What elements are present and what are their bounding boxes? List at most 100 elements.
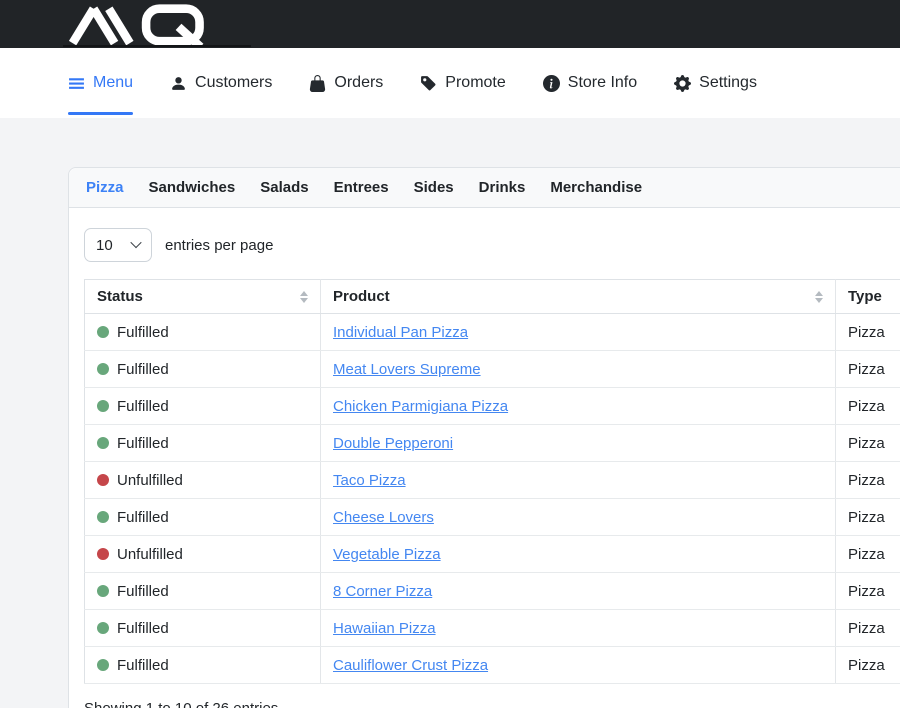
bag-icon bbox=[309, 75, 326, 92]
nav-label: Settings bbox=[699, 74, 757, 92]
type-cell: Pizza bbox=[836, 425, 900, 462]
type-cell: Pizza bbox=[836, 388, 900, 425]
table-row: Fulfilled Meat Lovers Supreme Pizza bbox=[85, 351, 900, 388]
tab-sides[interactable]: Sides bbox=[414, 179, 454, 196]
table-row: Fulfilled Chicken Parmigiana Pizza Pizza bbox=[85, 388, 900, 425]
table-row: Fulfilled Individual Pan Pizza Pizza bbox=[85, 314, 900, 351]
per-page-value: 10 bbox=[96, 237, 113, 254]
type-cell: Pizza bbox=[836, 499, 900, 536]
tab-entrees[interactable]: Entrees bbox=[334, 179, 389, 196]
category-tabs: Pizza Sandwiches Salads Entrees Sides Dr… bbox=[69, 168, 900, 208]
product-link[interactable]: Cauliflower Crust Pizza bbox=[333, 657, 488, 674]
tab-drinks[interactable]: Drinks bbox=[479, 179, 526, 196]
product-link[interactable]: 8 Corner Pizza bbox=[333, 583, 432, 600]
nav-label: Orders bbox=[334, 74, 383, 92]
product-link[interactable]: Hawaiian Pizza bbox=[333, 620, 436, 637]
product-link[interactable]: Vegetable Pizza bbox=[333, 546, 441, 563]
nav-label: Menu bbox=[93, 74, 133, 92]
status-dot bbox=[97, 585, 109, 597]
brand-logo[interactable] bbox=[62, 3, 234, 50]
product-link[interactable]: Double Pepperoni bbox=[333, 435, 453, 452]
person-icon bbox=[170, 75, 187, 92]
products-table: Status Product Type Fulfilled Individual… bbox=[84, 279, 900, 684]
product-link[interactable]: Chicken Parmigiana Pizza bbox=[333, 398, 508, 415]
table-row: Fulfilled 8 Corner Pizza Pizza bbox=[85, 573, 900, 610]
table-row: Unfulfilled Vegetable Pizza Pizza bbox=[85, 536, 900, 573]
table-row: Fulfilled Cauliflower Crust Pizza Pizza bbox=[85, 647, 900, 684]
product-link[interactable]: Taco Pizza bbox=[333, 472, 406, 489]
per-page-control: 10 entries per page bbox=[84, 228, 900, 262]
type-cell: Pizza bbox=[836, 610, 900, 647]
sort-icon[interactable] bbox=[815, 291, 823, 303]
info-icon bbox=[543, 75, 560, 92]
table-header-row: Status Product Type bbox=[85, 280, 900, 314]
chevron-down-icon bbox=[130, 236, 141, 247]
table-row: Fulfilled Cheese Lovers Pizza bbox=[85, 499, 900, 536]
column-header-type[interactable]: Type bbox=[836, 280, 900, 314]
gear-icon bbox=[674, 75, 691, 92]
column-label: Product bbox=[333, 288, 390, 305]
nav-label: Store Info bbox=[568, 74, 637, 92]
per-page-select[interactable]: 10 bbox=[84, 228, 152, 262]
status-text: Fulfilled bbox=[117, 583, 169, 600]
tab-pizza[interactable]: Pizza bbox=[86, 179, 124, 196]
type-cell: Pizza bbox=[836, 351, 900, 388]
nav-label: Promote bbox=[445, 74, 505, 92]
hamburger-icon bbox=[68, 75, 85, 92]
status-dot bbox=[97, 400, 109, 412]
status-text: Fulfilled bbox=[117, 657, 169, 674]
product-link[interactable]: Meat Lovers Supreme bbox=[333, 361, 481, 378]
status-text: Fulfilled bbox=[117, 620, 169, 637]
card-body: 10 entries per page Status Product bbox=[69, 208, 900, 708]
status-text: Fulfilled bbox=[117, 509, 169, 526]
main-nav: Menu Customers Orders Promote Store Info… bbox=[0, 48, 900, 118]
sort-icon[interactable] bbox=[300, 291, 308, 303]
nav-item-settings[interactable]: Settings bbox=[674, 48, 757, 118]
product-link[interactable]: Individual Pan Pizza bbox=[333, 324, 468, 341]
nav-item-store-info[interactable]: Store Info bbox=[543, 48, 637, 118]
type-cell: Pizza bbox=[836, 573, 900, 610]
table-row: Fulfilled Double Pepperoni Pizza bbox=[85, 425, 900, 462]
tab-salads[interactable]: Salads bbox=[260, 179, 308, 196]
active-nav-underline bbox=[68, 112, 133, 115]
per-page-label: entries per page bbox=[165, 237, 273, 254]
entries-summary: Showing 1 to 10 of 26 entries bbox=[84, 700, 900, 708]
nav-label: Customers bbox=[195, 74, 272, 92]
type-cell: Pizza bbox=[836, 536, 900, 573]
status-dot bbox=[97, 326, 109, 338]
column-label: Status bbox=[97, 288, 143, 305]
status-text: Fulfilled bbox=[117, 435, 169, 452]
status-dot bbox=[97, 437, 109, 449]
status-dot bbox=[97, 363, 109, 375]
type-cell: Pizza bbox=[836, 647, 900, 684]
nav-item-menu[interactable]: Menu bbox=[68, 48, 133, 118]
column-label: Type bbox=[848, 288, 882, 305]
status-text: Fulfilled bbox=[117, 361, 169, 378]
status-text: Unfulfilled bbox=[117, 472, 183, 489]
tab-merchandise[interactable]: Merchandise bbox=[550, 179, 642, 196]
nav-item-orders[interactable]: Orders bbox=[309, 48, 383, 118]
status-dot bbox=[97, 548, 109, 560]
type-cell: Pizza bbox=[836, 462, 900, 499]
aiq-logo-icon bbox=[62, 3, 234, 45]
column-header-status[interactable]: Status bbox=[85, 280, 321, 314]
tag-icon bbox=[420, 75, 437, 92]
tab-sandwiches[interactable]: Sandwiches bbox=[149, 179, 236, 196]
topbar bbox=[0, 0, 900, 48]
column-header-product[interactable]: Product bbox=[321, 280, 836, 314]
status-text: Fulfilled bbox=[117, 324, 169, 341]
logo-underline bbox=[63, 45, 251, 47]
status-dot bbox=[97, 474, 109, 486]
status-text: Unfulfilled bbox=[117, 546, 183, 563]
status-dot bbox=[97, 659, 109, 671]
nav-item-promote[interactable]: Promote bbox=[420, 48, 505, 118]
status-dot bbox=[97, 511, 109, 523]
table-row: Fulfilled Hawaiian Pizza Pizza bbox=[85, 610, 900, 647]
type-cell: Pizza bbox=[836, 314, 900, 351]
status-dot bbox=[97, 622, 109, 634]
menu-card: Pizza Sandwiches Salads Entrees Sides Dr… bbox=[68, 167, 900, 708]
status-text: Fulfilled bbox=[117, 398, 169, 415]
table-row: Unfulfilled Taco Pizza Pizza bbox=[85, 462, 900, 499]
product-link[interactable]: Cheese Lovers bbox=[333, 509, 434, 526]
nav-item-customers[interactable]: Customers bbox=[170, 48, 272, 118]
